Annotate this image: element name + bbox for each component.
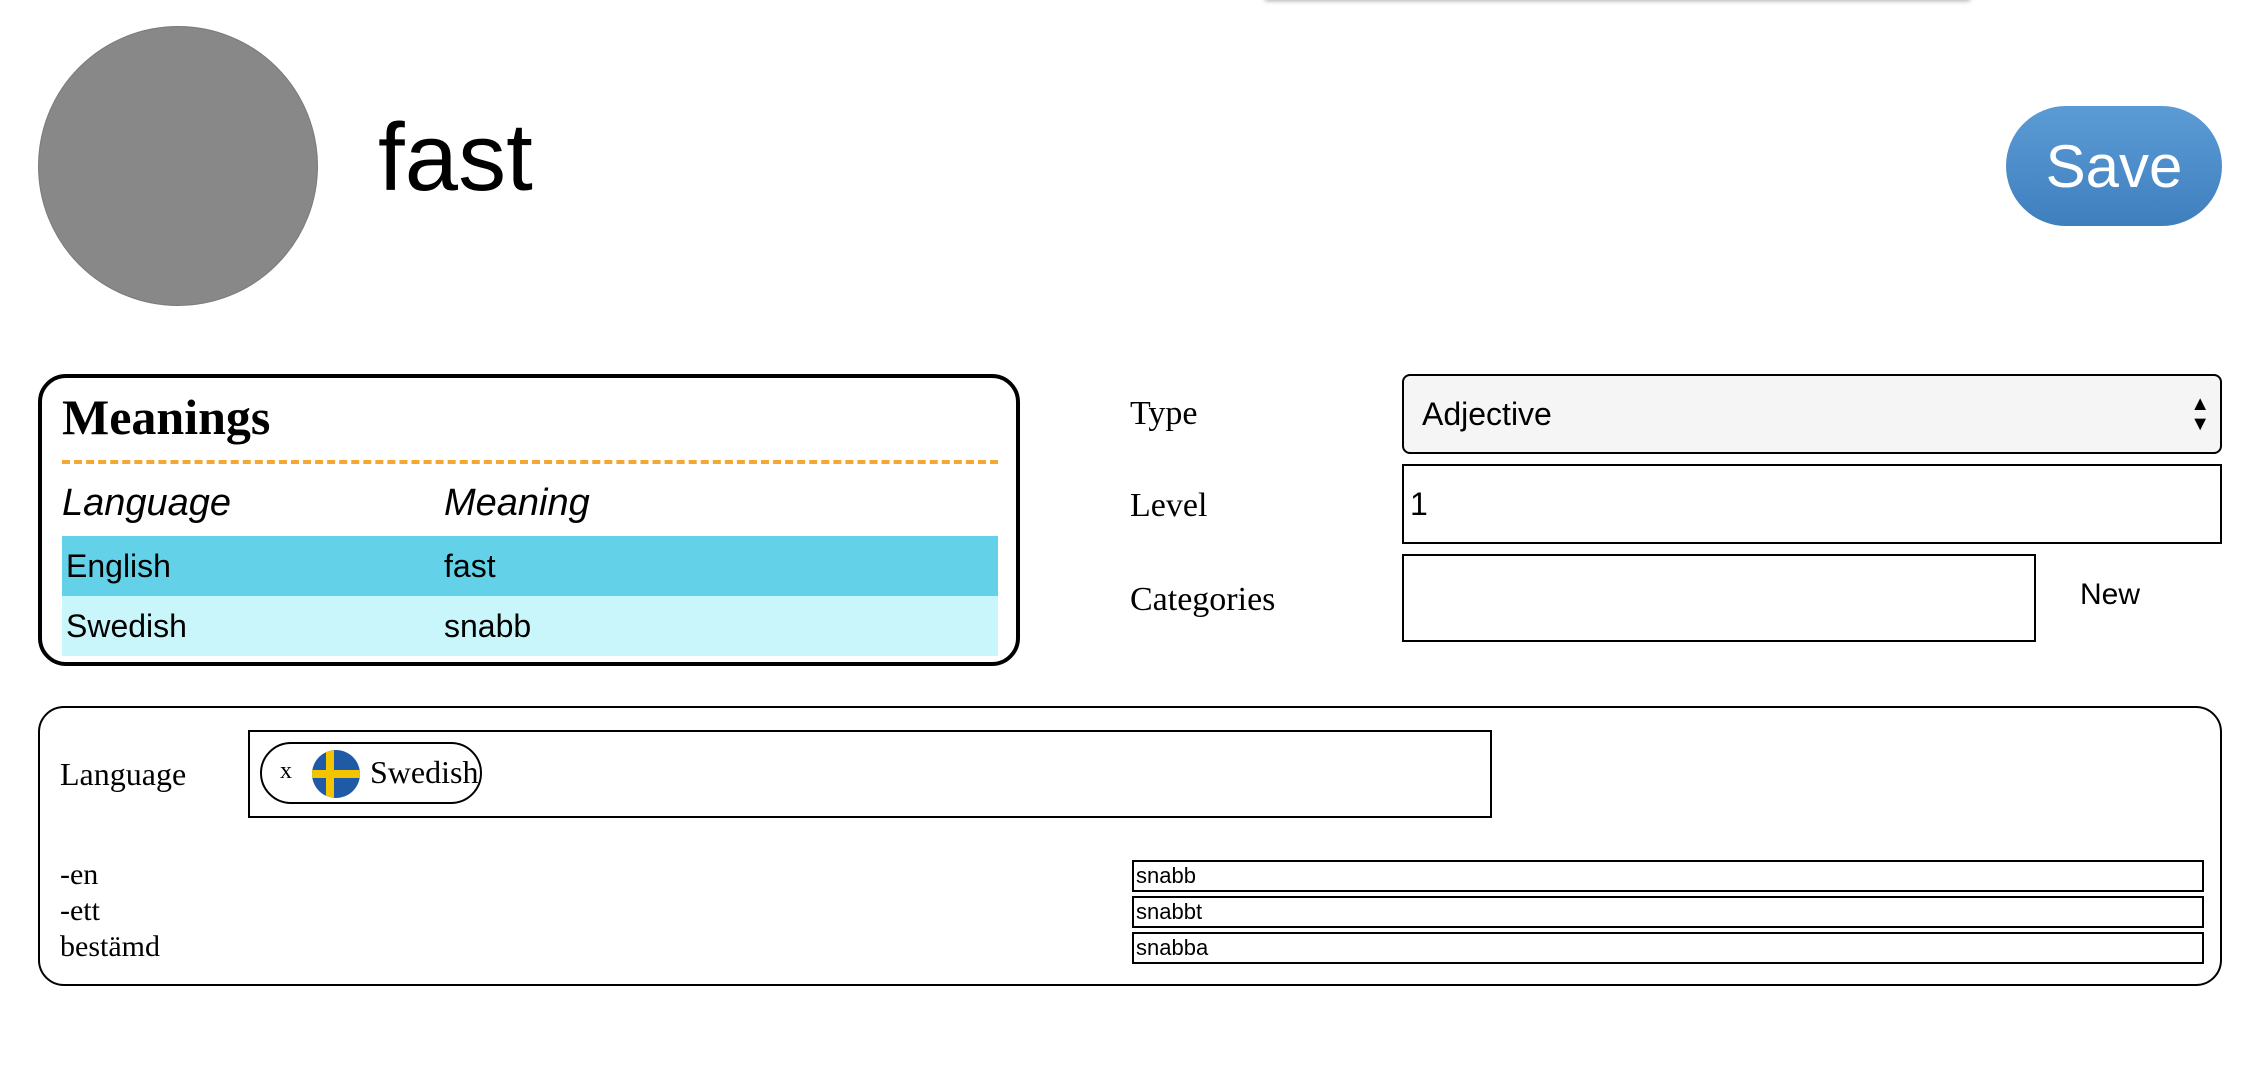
- sweden-flag-icon: [312, 750, 360, 798]
- categories-input[interactable]: [1402, 554, 2036, 642]
- type-select-value: Adjective: [1422, 396, 1552, 432]
- type-select[interactable]: Adjective ▲ ▼: [1402, 374, 2222, 454]
- level-label: Level: [1130, 487, 1208, 524]
- language-chip-label: Swedish: [370, 754, 479, 790]
- language-forms-card: Language x Swedish -en -ett bestämd snab…: [38, 706, 2222, 986]
- word-title: fast: [378, 104, 533, 211]
- categories-label: Categories: [1130, 581, 1276, 618]
- remove-chip-icon[interactable]: x: [280, 758, 292, 785]
- column-header-meaning: Meaning: [444, 482, 590, 524]
- meanings-card: Meanings Language Meaning English fast S…: [38, 374, 1020, 666]
- form-label-bestamd: bestämd: [60, 930, 160, 963]
- meaning-row-language: English: [66, 548, 171, 584]
- level-input[interactable]: 1: [1402, 464, 2222, 544]
- save-button[interactable]: Save: [2006, 106, 2222, 226]
- avatar: [38, 26, 318, 306]
- form-input-bestamd[interactable]: snabba: [1132, 932, 2204, 964]
- form-input-en[interactable]: snabb: [1132, 860, 2204, 892]
- meaning-row[interactable]: Swedish snabb: [62, 596, 998, 656]
- meaning-row-meaning: fast: [444, 548, 496, 584]
- column-header-language: Language: [62, 482, 232, 524]
- language-label: Language: [60, 756, 187, 792]
- meaning-row-meaning: snabb: [444, 608, 532, 644]
- form-input-ett[interactable]: snabbt: [1132, 896, 2204, 928]
- meanings-title: Meanings: [62, 389, 271, 445]
- form-label-en: -en: [60, 858, 99, 891]
- type-label: Type: [1130, 395, 1198, 432]
- language-picker[interactable]: x Swedish: [248, 730, 1492, 818]
- meanings-divider: [62, 460, 998, 464]
- form-label-ett: -ett: [60, 894, 100, 927]
- new-category-button[interactable]: New: [2080, 578, 2140, 612]
- meaning-row[interactable]: English fast: [62, 536, 998, 596]
- meaning-row-language: Swedish: [66, 608, 187, 644]
- language-chip: x Swedish: [260, 742, 482, 804]
- select-arrows-icon: ▲ ▼: [2190, 393, 2210, 435]
